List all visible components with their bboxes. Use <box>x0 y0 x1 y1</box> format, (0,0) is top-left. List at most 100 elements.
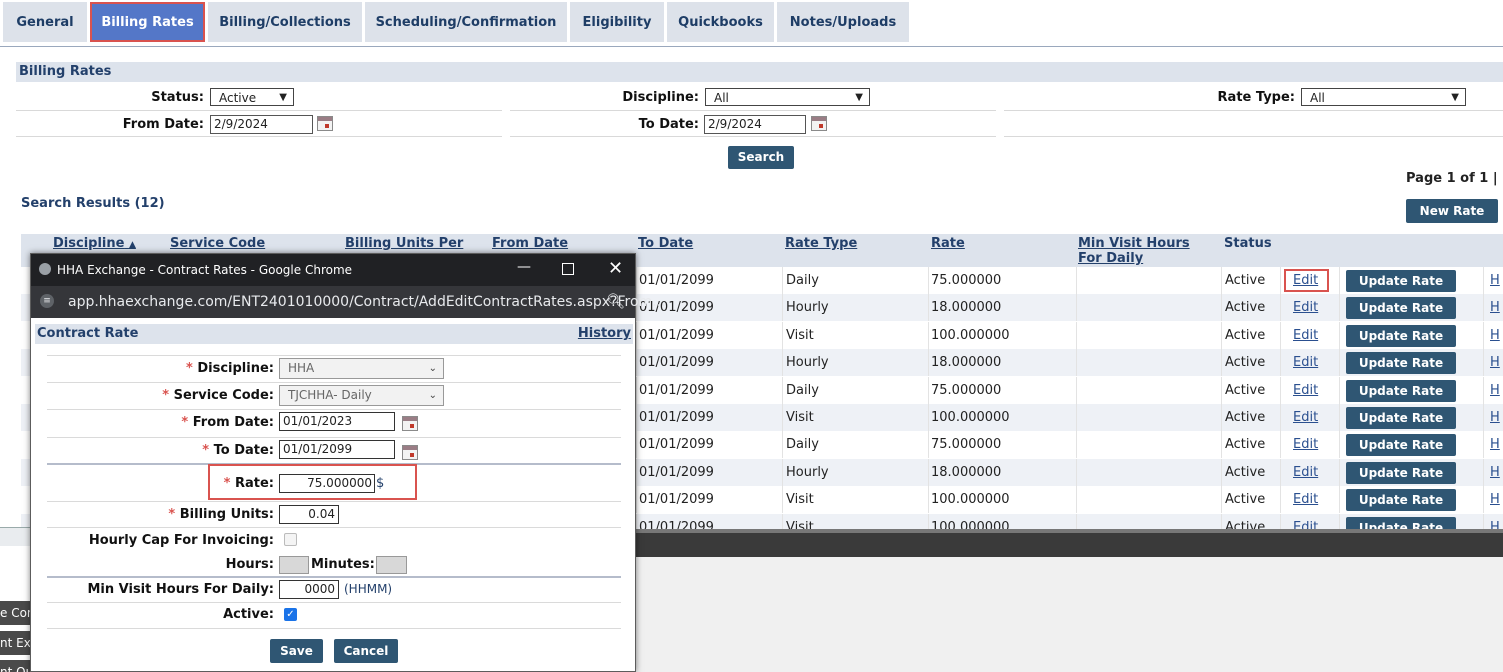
column-divider <box>1221 376 1222 404</box>
zoom-icon[interactable]: 🔍︎ <box>606 292 625 310</box>
edit-link[interactable]: Edit <box>1293 431 1318 458</box>
rate-type-cell: Visit <box>786 327 814 343</box>
tab-scheduling-confirmation[interactable]: Scheduling/Confirmation <box>365 2 567 42</box>
update-rate-button[interactable]: Update Rate <box>1346 270 1456 292</box>
edit-link[interactable]: Edit <box>1293 404 1318 431</box>
update-rate-button[interactable]: Update Rate <box>1346 324 1456 347</box>
column-discipline[interactable]: Discipline ▲ <box>53 236 136 253</box>
update-rate-button[interactable]: Update Rate <box>1346 352 1456 375</box>
search-results-title: Search Results (12) <box>21 196 165 211</box>
popup-service-code-select[interactable]: TJCHHA- Daily ⌄ <box>279 385 444 406</box>
history-link[interactable]: H <box>1490 267 1500 294</box>
divider <box>47 527 621 528</box>
popup-min-visit-input[interactable]: 0000 <box>279 580 339 599</box>
calendar-icon[interactable] <box>811 116 827 131</box>
calendar-icon[interactable] <box>402 416 418 431</box>
status-select[interactable]: Active ▼ <box>210 88 294 106</box>
from-date-input[interactable]: 2/9/2024 <box>210 115 313 134</box>
tab-billing-rates[interactable]: Billing Rates <box>90 2 205 42</box>
column-divider <box>928 349 929 377</box>
tab-general[interactable]: General <box>3 2 87 42</box>
history-link[interactable]: H <box>1490 349 1500 376</box>
divider <box>1004 110 1503 111</box>
divider <box>47 437 621 438</box>
divider <box>47 576 621 578</box>
edit-link[interactable]: Edit <box>1293 322 1318 349</box>
column-divider <box>1280 431 1281 459</box>
column-divider <box>636 431 637 459</box>
popup-hours-input[interactable] <box>279 556 309 574</box>
required-marker: * <box>186 361 193 376</box>
active-checkbox[interactable]: ✓ <box>284 608 297 621</box>
discipline-select[interactable]: All ▼ <box>705 88 870 106</box>
status-cell: Active <box>1225 327 1266 343</box>
update-rate-button[interactable]: Update Rate <box>1346 489 1456 512</box>
update-rate-button[interactable]: Update Rate <box>1346 379 1456 402</box>
calendar-icon[interactable] <box>402 445 418 460</box>
column-divider <box>1483 458 1484 486</box>
column-rate-type[interactable]: Rate Type <box>785 236 857 251</box>
update-rate-button[interactable]: Update Rate <box>1346 407 1456 429</box>
history-link[interactable]: H <box>1490 486 1500 513</box>
column-discipline-label: Discipline <box>53 236 125 251</box>
column-to-date[interactable]: To Date <box>638 236 693 251</box>
divider <box>16 136 502 137</box>
update-rate-button[interactable]: Update Rate <box>1346 461 1456 484</box>
hourly-cap-checkbox[interactable] <box>284 533 297 546</box>
new-rate-button[interactable]: New Rate <box>1406 199 1498 223</box>
search-button[interactable]: Search <box>728 146 794 169</box>
tab-notes-uploads[interactable]: Notes/Uploads <box>777 2 909 42</box>
history-link[interactable]: History <box>578 326 631 341</box>
column-min-visit-hours[interactable]: Min Visit Hours For Daily <box>1078 236 1190 266</box>
to-date-input[interactable]: 2/9/2024 <box>704 115 806 134</box>
update-rate-button[interactable]: Update Rate <box>1346 434 1456 457</box>
column-service-code[interactable]: Service Code <box>170 236 265 251</box>
save-button[interactable]: Save <box>270 639 323 663</box>
site-info-icon[interactable]: ≡ <box>40 294 54 308</box>
popup-billing-units-input[interactable]: 0.04 <box>279 505 339 524</box>
edit-link[interactable]: Edit <box>1293 294 1318 321</box>
tab-billing-collections[interactable]: Billing/Collections <box>208 2 362 42</box>
column-divider <box>636 486 637 514</box>
contract-rates-popup: HHA Exchange - Contract Rates - Google C… <box>30 253 666 672</box>
popup-minutes-input[interactable] <box>376 556 407 574</box>
column-divider <box>1483 321 1484 349</box>
popup-window-title: HHA Exchange - Contract Rates - Google C… <box>57 263 353 277</box>
maximize-icon[interactable] <box>562 263 574 275</box>
divider <box>47 409 621 410</box>
cancel-button[interactable]: Cancel <box>334 639 398 663</box>
edit-link[interactable]: Edit <box>1293 349 1318 376</box>
column-divider <box>928 404 929 431</box>
history-link[interactable]: H <box>1490 431 1500 458</box>
rate-type-select[interactable]: All ▼ <box>1301 88 1466 106</box>
column-divider <box>1280 294 1281 322</box>
rate-type-cell: Visit <box>786 492 814 508</box>
left-fragment-1: e Con <box>0 601 32 625</box>
column-rate[interactable]: Rate <box>931 236 965 251</box>
calendar-icon[interactable] <box>317 116 333 131</box>
close-icon[interactable]: ✕ <box>608 258 623 279</box>
history-link[interactable]: H <box>1490 322 1500 349</box>
popup-from-date-input[interactable]: 01/01/2023 <box>279 412 395 431</box>
minimize-icon[interactable]: — <box>517 259 531 275</box>
to-date-cell: 01/01/2099 <box>639 273 714 288</box>
edit-link[interactable]: Edit <box>1293 377 1318 404</box>
history-link[interactable]: H <box>1490 294 1500 321</box>
update-rate-button[interactable]: Update Rate <box>1346 297 1456 320</box>
popup-billing-units-label: * Billing Units: <box>111 507 274 522</box>
history-link[interactable]: H <box>1490 459 1500 486</box>
popup-rate-input[interactable]: 75.000000 <box>279 474 375 493</box>
history-link[interactable]: H <box>1490 377 1500 404</box>
edit-link[interactable]: Edit <box>1293 459 1318 486</box>
history-link[interactable]: H <box>1490 404 1500 431</box>
column-divider <box>636 267 637 294</box>
column-from-date[interactable]: From Date <box>492 236 568 251</box>
column-billing-units[interactable]: Billing Units Per <box>345 236 463 251</box>
column-divider <box>782 376 783 404</box>
edit-link[interactable]: Edit <box>1293 486 1318 513</box>
tab-eligibility[interactable]: Eligibility <box>570 2 664 42</box>
popup-discipline-select[interactable]: HHA ⌄ <box>279 358 444 379</box>
tab-quickbooks[interactable]: Quickbooks <box>667 2 774 42</box>
popup-url[interactable]: app.hhaexchange.com/ENT2401010000/Contra… <box>68 294 666 310</box>
popup-to-date-input[interactable]: 01/01/2099 <box>279 440 395 459</box>
